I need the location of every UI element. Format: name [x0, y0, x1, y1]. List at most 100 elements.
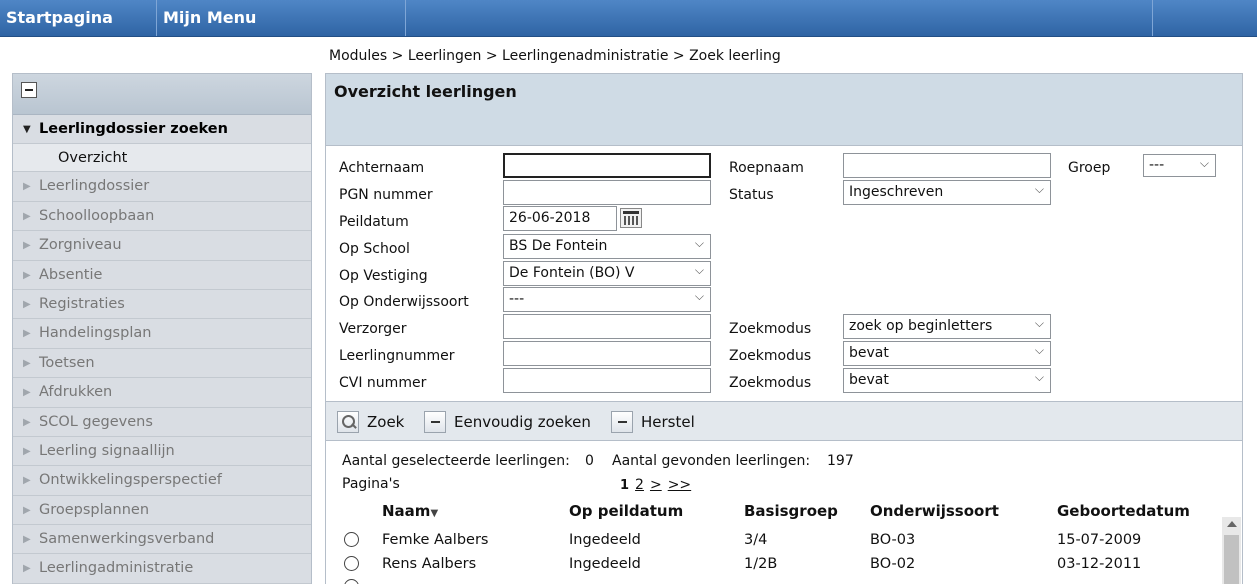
scroll-thumb[interactable]	[1224, 535, 1239, 584]
sidebar-item-leerlingadministratie[interactable]: ▶ Leerlingadministratie	[13, 554, 311, 584]
achternaam-input[interactable]	[503, 153, 711, 178]
main-panel: Overzicht leerlingen Achternaam PGN numm…	[325, 73, 1243, 584]
groep-select[interactable]: --- ⌵	[1143, 154, 1216, 177]
found-count-label: Aantal gevonden leerlingen:	[612, 453, 811, 469]
chevron-down-icon: ⌵	[694, 263, 704, 277]
row-select-radio[interactable]	[344, 556, 359, 571]
column-header-geboortedatum[interactable]: Geboortedatum	[1057, 502, 1190, 520]
zoekmodus-value: zoek op beginletters	[849, 318, 993, 334]
sidebar-item-absentie[interactable]: ▶ Absentie	[13, 261, 311, 290]
cvi-label: CVI nummer	[339, 375, 427, 391]
calendar-icon[interactable]	[620, 208, 642, 228]
sidebar-item-label: Groepsplannen	[39, 501, 150, 518]
sidebar-item-zorgniveau[interactable]: ▶ Zorgniveau	[13, 231, 311, 261]
cell-naam[interactable]: Femke Aalbers	[382, 532, 488, 548]
op-onderwijssoort-select[interactable]: --- ⌵	[503, 287, 711, 312]
sidebar-item-ontwikkelingsperspectief[interactable]: ▶ Ontwikkelingsperspectief	[13, 466, 311, 496]
pgn-input[interactable]	[503, 180, 711, 205]
sidebar-item-registraties[interactable]: ▶ Registraties	[13, 290, 311, 320]
column-header-op-peildatum[interactable]: Op peildatum	[569, 502, 683, 520]
row-select-radio[interactable]	[344, 532, 359, 547]
cell-naam[interactable]: Rens Aalbers	[382, 556, 476, 572]
triangle-right-icon: ▶	[23, 240, 31, 252]
selected-count-value: 0	[585, 453, 594, 469]
eenvoudig-zoeken-button[interactable]: Eenvoudig zoeken	[424, 411, 591, 433]
leerlingnummer-input[interactable]	[503, 341, 711, 366]
table-scrollbar[interactable]	[1222, 517, 1241, 584]
sidebar-item-afdrukken[interactable]: ▶ Afdrukken	[13, 378, 311, 408]
sidebar-item-groepsplannen[interactable]: ▶ Groepsplannen	[13, 496, 311, 526]
selected-count-label: Aantal geselecteerde leerlingen:	[342, 453, 570, 469]
nav-mijn-menu[interactable]: Mijn Menu	[157, 0, 262, 36]
zoekmodus-verzorger-select[interactable]: zoek op beginletters ⌵	[843, 314, 1051, 339]
chevron-down-icon: ⌵	[1034, 343, 1044, 357]
zoek-label: Zoek	[367, 413, 405, 431]
verzorger-input[interactable]	[503, 314, 711, 339]
groep-value: ---	[1149, 157, 1165, 173]
sidebar-item-leerlingdossier-zoeken[interactable]: ▼ Leerlingdossier zoeken	[13, 115, 311, 145]
cell-geboortedatum: 03-12-2011	[1057, 556, 1142, 572]
sidebar-item-leerlingdossier[interactable]: ▶ Leerlingdossier	[13, 172, 311, 202]
cvi-input[interactable]	[503, 368, 711, 393]
cell-op-peildatum: Ingedeeld	[569, 556, 641, 572]
triangle-right-icon: ▶	[23, 387, 31, 399]
zoek-button[interactable]: Zoek	[337, 411, 404, 433]
op-school-label: Op School	[339, 241, 410, 257]
sidebar-item-samenwerkingsverband[interactable]: ▶ Samenwerkingsverband	[13, 525, 311, 555]
groep-label: Groep	[1068, 160, 1111, 176]
chevron-down-icon: ⌵	[1034, 182, 1044, 196]
sidebar-item-label: Ontwikkelingsperspectief	[39, 472, 222, 489]
nav-startpagina[interactable]: Startpagina	[0, 0, 119, 36]
roepnaam-input[interactable]	[843, 153, 1051, 178]
chevron-down-icon: ⌵	[1034, 316, 1044, 330]
next-page-link[interactable]: >	[650, 477, 662, 493]
sidebar-item-label: Registraties	[39, 295, 125, 312]
sidebar-item-label: Leerlingadministratie	[39, 560, 194, 577]
sidebar-item-label: Schoolloopbaan	[39, 207, 155, 224]
triangle-right-icon: ▶	[23, 504, 31, 516]
cell-basisgroep: 1/2B	[744, 556, 778, 572]
page-title: Overzicht leerlingen	[334, 82, 517, 101]
zoekmodus-leerlingnummer-select[interactable]: bevat ⌵	[843, 341, 1051, 366]
zoekmodus-cvi-select[interactable]: bevat ⌵	[843, 368, 1051, 393]
page-2-link[interactable]: 2	[635, 477, 644, 493]
verzorger-label: Verzorger	[339, 321, 407, 337]
scroll-up-icon[interactable]	[1227, 521, 1237, 527]
sidebar-subitem-overzicht[interactable]: Overzicht	[13, 144, 311, 173]
chevron-down-icon: ⌵	[1199, 156, 1209, 170]
column-header-basisgroep[interactable]: Basisgroep	[744, 502, 838, 520]
sidebar-item-scol-gegevens[interactable]: ▶ SCOL gegevens	[13, 408, 311, 437]
eenvoudig-zoeken-label: Eenvoudig zoeken	[454, 413, 591, 431]
herstel-button[interactable]: Herstel	[611, 411, 695, 433]
status-label: Status	[729, 187, 774, 203]
zoekmodus-label: Zoekmodus	[729, 348, 812, 364]
op-onderwijssoort-label: Op Onderwijssoort	[339, 294, 469, 310]
op-vestiging-select[interactable]: De Fontein (BO) V ⌵	[503, 261, 711, 286]
sidebar-item-label: Samenwerkingsverband	[39, 531, 215, 548]
peildatum-input[interactable]: 26-06-2018	[503, 206, 617, 231]
op-school-select[interactable]: BS De Fontein ⌵	[503, 234, 711, 259]
status-select[interactable]: Ingeschreven ⌵	[843, 180, 1051, 205]
op-vestiging-value: De Fontein (BO) V	[509, 265, 635, 281]
sidebar-item-handelingsplan[interactable]: ▶ Handelingsplan	[13, 319, 311, 349]
pagination: 1 2 > >>	[620, 477, 697, 493]
column-header-onderwijssoort[interactable]: Onderwijssoort	[870, 502, 999, 520]
sidebar-item-leerling-signaallijn[interactable]: ▶ Leerling signaallijn	[13, 437, 311, 467]
last-page-link[interactable]: >>	[668, 477, 691, 493]
sidebar-item-label: Leerlingdossier zoeken	[39, 121, 228, 137]
zoekmodus-label: Zoekmodus	[729, 321, 812, 337]
column-header-naam[interactable]: Naam▼	[382, 502, 438, 520]
status-value: Ingeschreven	[849, 184, 944, 200]
row-select-radio[interactable]	[344, 579, 359, 584]
sidebar-header	[13, 74, 311, 115]
sidebar-item-label: Toetsen	[39, 354, 95, 371]
sidebar-item-label: Zorgniveau	[39, 237, 122, 254]
sidebar-item-schoolloopbaan[interactable]: ▶ Schoolloopbaan	[13, 202, 311, 232]
zoekmodus-value: bevat	[849, 372, 889, 388]
sidebar-item-toetsen[interactable]: ▶ Toetsen	[13, 349, 311, 379]
breadcrumb: Modules > Leerlingen > Leerlingenadminis…	[329, 48, 781, 64]
sidebar-item-label: Absentie	[39, 266, 103, 283]
herstel-label: Herstel	[641, 413, 695, 431]
collapse-icon[interactable]	[21, 82, 37, 98]
cell-geboortedatum: 15-07-2009	[1057, 532, 1142, 548]
